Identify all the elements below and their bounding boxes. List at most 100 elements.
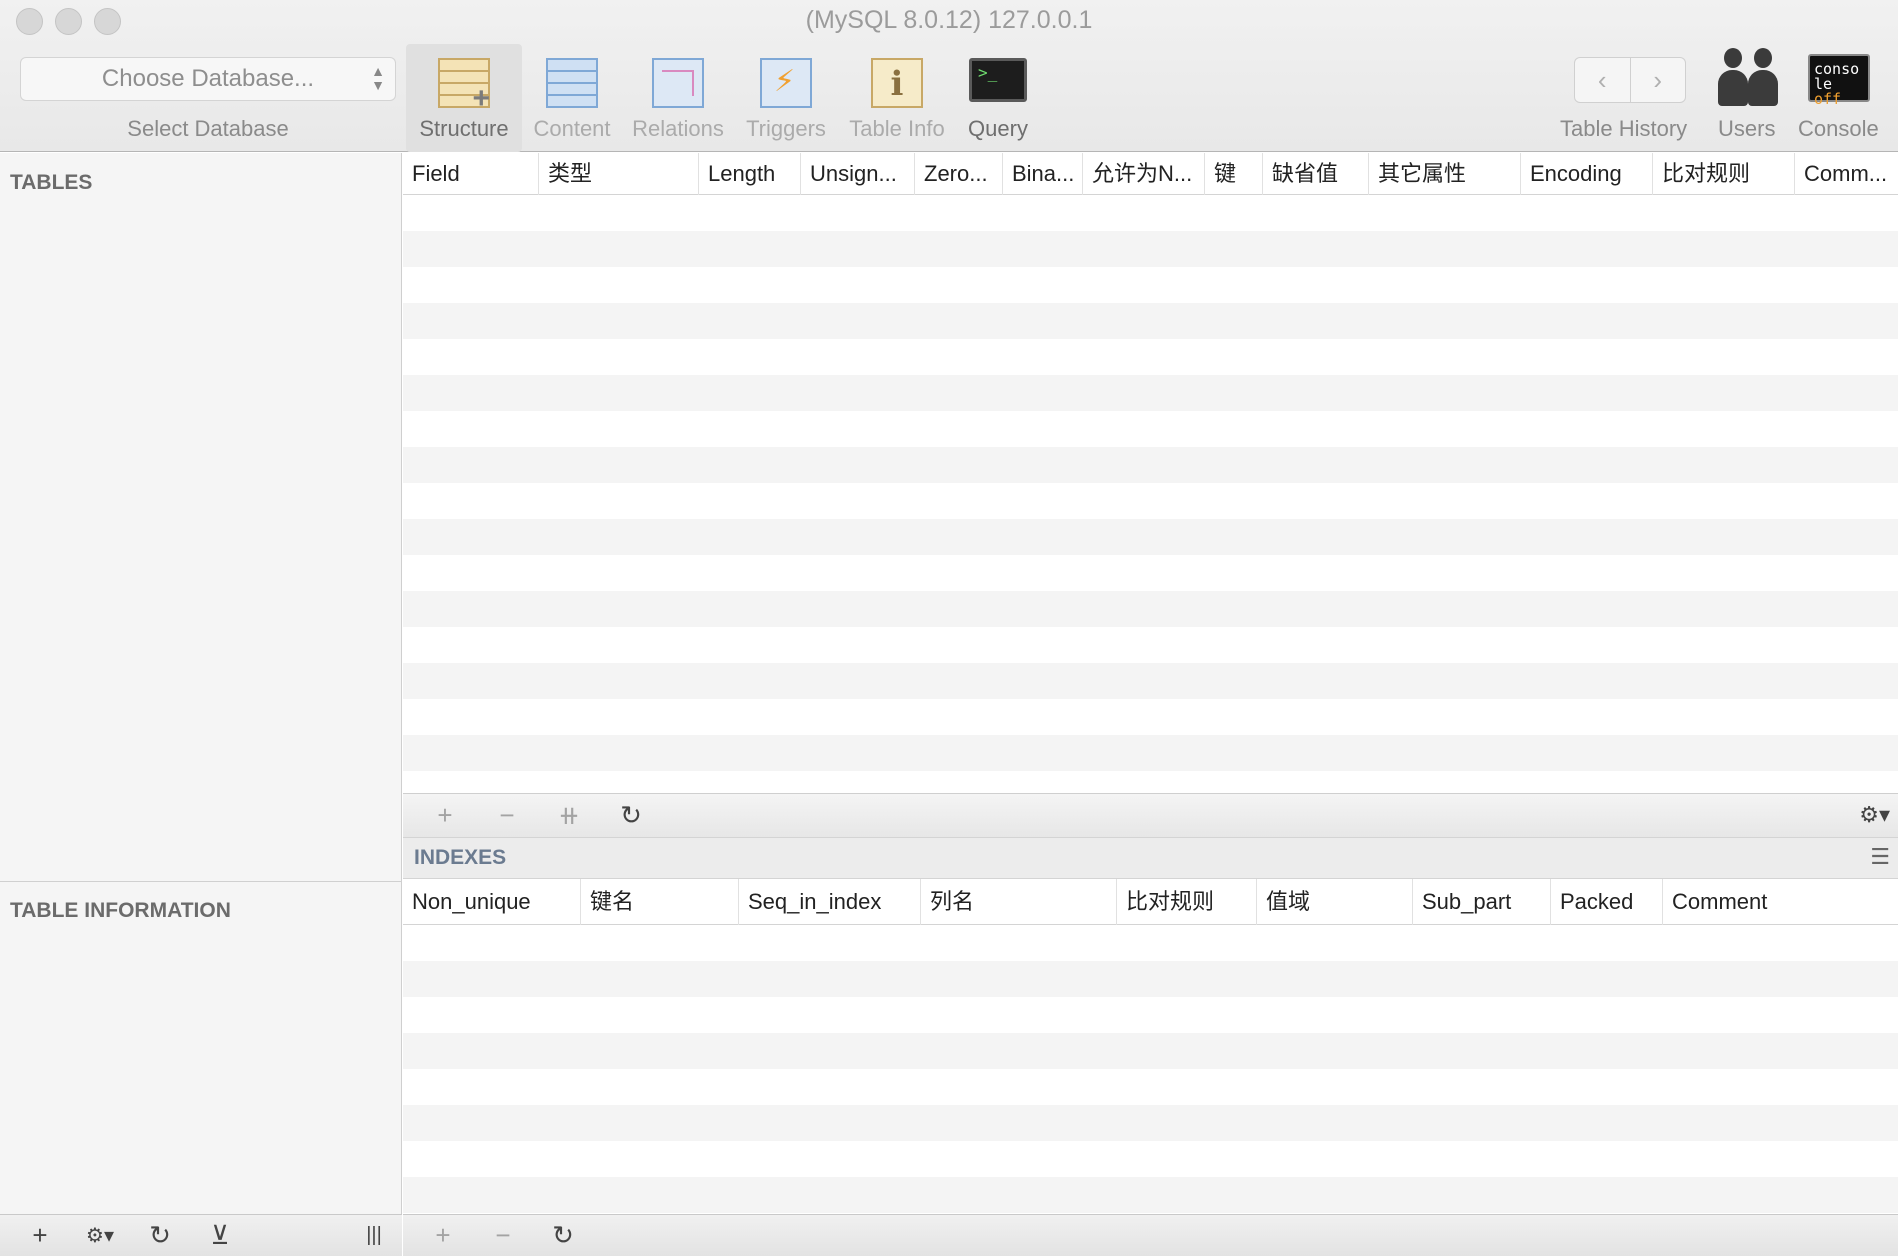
menu-icon[interactable]: ☰ [1870, 844, 1890, 870]
remove-field-button[interactable]: − [487, 800, 527, 831]
index-column-header[interactable]: Sub_part [1413, 879, 1551, 925]
console-label: Console [1798, 116, 1879, 141]
table-row[interactable] [403, 1105, 1898, 1141]
indexes-table-header: Non_unique 键名 Seq_in_index 列名 比对规则 值域 Su… [403, 879, 1898, 925]
refresh-indexes-button[interactable]: ↻ [543, 1220, 583, 1251]
indexes-header: INDEXES ☰ [403, 837, 1898, 879]
indexes-heading: INDEXES [414, 846, 507, 869]
triggers-icon [760, 58, 812, 108]
index-column-header[interactable]: Non_unique [403, 879, 581, 925]
structure-table-rows [403, 195, 1898, 807]
tab-query[interactable]: Query [956, 44, 1040, 152]
column-header[interactable]: 比对规则 [1653, 153, 1795, 195]
window-title: (MySQL 8.0.12) 127.0.0.1 [805, 6, 1093, 34]
table-row[interactable] [403, 411, 1898, 447]
back-chevron-icon[interactable]: ‹ [1575, 58, 1630, 102]
select-database-caption: Select Database [127, 116, 289, 141]
users-label: Users [1718, 116, 1776, 141]
index-column-header[interactable]: 列名 [921, 879, 1117, 925]
indexes-bottom-toolbar: + − ↻ [403, 1214, 1898, 1256]
table-row[interactable] [403, 483, 1898, 519]
window-toolbar: (MySQL 8.0.12) 127.0.0.1 Choose Database… [0, 0, 1898, 152]
console-icon-text-off: off [1814, 90, 1842, 108]
column-header[interactable]: Bina... [1003, 153, 1083, 195]
index-column-header[interactable]: 比对规则 [1117, 879, 1257, 925]
column-header[interactable]: Unsign... [801, 153, 915, 195]
table-row[interactable] [403, 997, 1898, 1033]
table-row[interactable] [403, 961, 1898, 997]
table-row[interactable] [403, 735, 1898, 771]
tab-table-info[interactable]: Table Info [842, 44, 952, 152]
filter-tables-button[interactable]: ⊻ [200, 1220, 240, 1251]
tab-triggers[interactable]: Triggers [736, 44, 836, 152]
table-row[interactable] [403, 663, 1898, 699]
content-icon [546, 58, 598, 108]
table-row[interactable] [403, 447, 1898, 483]
structure-toolbar: + − ⧺ ↻ ⚙▾ [403, 793, 1898, 837]
column-header[interactable]: 允许为N... [1083, 153, 1205, 195]
column-header[interactable]: Comm... [1795, 153, 1898, 195]
console-icon[interactable]: conso le off [1808, 54, 1870, 107]
gear-icon[interactable]: ⚙▾ [1859, 802, 1890, 828]
column-header[interactable]: Zero... [915, 153, 1003, 195]
tab-content[interactable]: Content [524, 44, 620, 152]
tab-table-info-label: Table Info [849, 116, 945, 141]
index-column-header[interactable]: Comment [1663, 879, 1898, 925]
table-row[interactable] [403, 1141, 1898, 1177]
relations-icon [652, 58, 704, 108]
table-info-icon [871, 58, 923, 108]
duplicate-field-button[interactable]: ⧺ [549, 800, 589, 831]
indexes-table: Non_unique 键名 Seq_in_index 列名 比对规则 值域 Su… [403, 879, 1898, 1214]
add-field-button[interactable]: + [425, 800, 465, 831]
table-row[interactable] [403, 195, 1898, 231]
query-icon [969, 58, 1027, 102]
column-header[interactable]: Encoding [1521, 153, 1653, 195]
column-header[interactable]: 键 [1205, 153, 1263, 195]
index-column-header[interactable]: 键名 [581, 879, 739, 925]
index-column-header[interactable]: Seq_in_index [739, 879, 921, 925]
choose-database-placeholder: Choose Database... [101, 65, 315, 92]
table-row[interactable] [403, 555, 1898, 591]
users-icon[interactable] [1716, 48, 1780, 106]
column-header[interactable]: Field [403, 153, 539, 195]
tab-relations[interactable]: Relations [626, 44, 730, 152]
refresh-tables-button[interactable]: ↻ [140, 1220, 180, 1251]
table-row[interactable] [403, 591, 1898, 627]
table-row[interactable] [403, 1069, 1898, 1105]
column-header[interactable]: Length [699, 153, 801, 195]
column-header[interactable]: 其它属性 [1369, 153, 1521, 195]
forward-chevron-icon[interactable]: › [1629, 58, 1686, 102]
table-row[interactable] [403, 231, 1898, 267]
table-row[interactable] [403, 925, 1898, 961]
table-row[interactable] [403, 1177, 1898, 1213]
column-header[interactable]: 类型 [539, 153, 699, 195]
split-drag-handle[interactable]: ||| [354, 1224, 394, 1247]
sidebar-bottom-toolbar: + ⚙▾ ↻ ⊻ ||| [0, 1214, 402, 1256]
tab-content-label: Content [533, 116, 611, 141]
table-history-label: Table History [1560, 116, 1688, 141]
table-row[interactable] [403, 699, 1898, 735]
refresh-structure-button[interactable]: ↻ [611, 800, 651, 831]
column-header[interactable]: 缺省值 [1263, 153, 1369, 195]
tab-structure-label: Structure [419, 116, 509, 141]
sidebar: TABLES TABLE INFORMATION [0, 153, 402, 1214]
table-row[interactable] [403, 1033, 1898, 1069]
index-column-header[interactable]: Packed [1551, 879, 1663, 925]
add-table-button[interactable]: + [20, 1220, 60, 1251]
tab-relations-label: Relations [632, 116, 724, 141]
choose-database-select[interactable]: Choose Database... ▲ ▼ [20, 57, 396, 101]
table-row[interactable] [403, 375, 1898, 411]
table-row[interactable] [403, 267, 1898, 303]
add-index-button[interactable]: + [423, 1220, 463, 1251]
gear-icon[interactable]: ⚙▾ [80, 1223, 120, 1248]
tab-structure[interactable]: Structure [406, 44, 522, 152]
table-row[interactable] [403, 627, 1898, 663]
index-column-header[interactable]: 值域 [1257, 879, 1413, 925]
table-row[interactable] [403, 303, 1898, 339]
remove-index-button[interactable]: − [483, 1220, 523, 1251]
updown-chevron-icon: ▲ ▼ [371, 63, 385, 93]
table-row[interactable] [403, 519, 1898, 555]
tables-heading: TABLES [10, 171, 93, 194]
table-row[interactable] [403, 339, 1898, 375]
sidebar-divider[interactable] [0, 881, 402, 882]
